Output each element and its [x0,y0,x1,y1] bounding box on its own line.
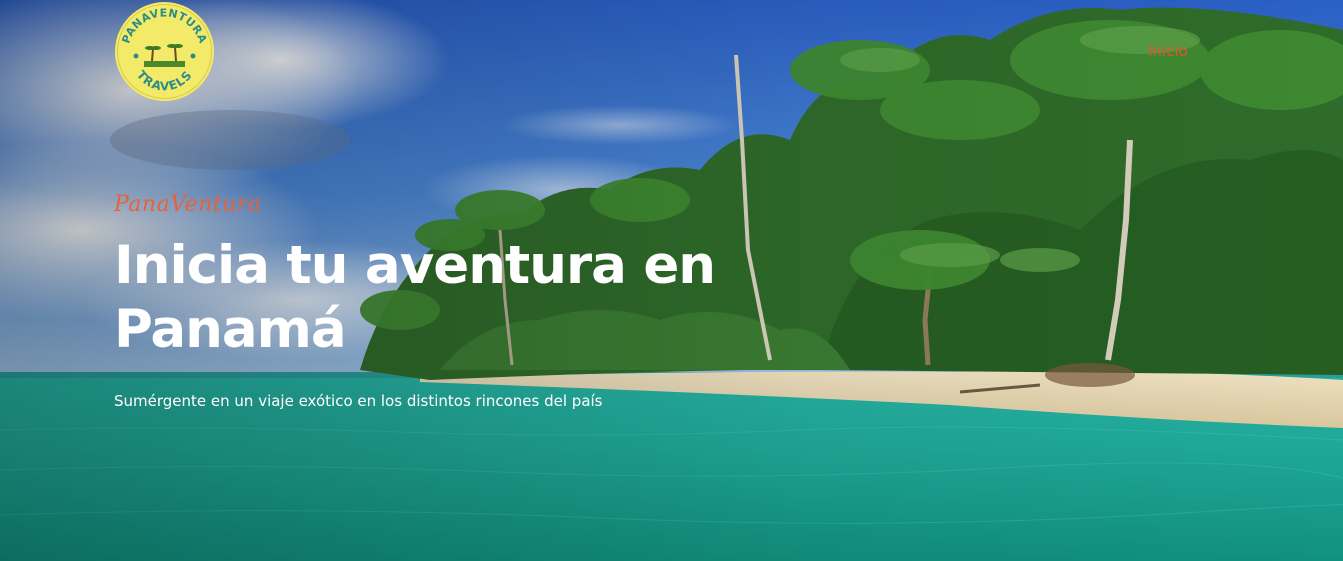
panaventura-logo[interactable]: PANAVENTURA TRAVELS [114,1,215,102]
hero-subtitle: Sumérgente en un viaje exótico en los di… [114,392,603,410]
hero-headline: Inicia tu aventura en Panamá [114,235,716,360]
nav-link-inicio[interactable]: Inicio [1148,42,1188,60]
hero-section: PANAVENTURA TRAVELS Inicio PanaVentura I… [0,0,1343,561]
brand-script-text: PanaVentura [114,192,262,217]
